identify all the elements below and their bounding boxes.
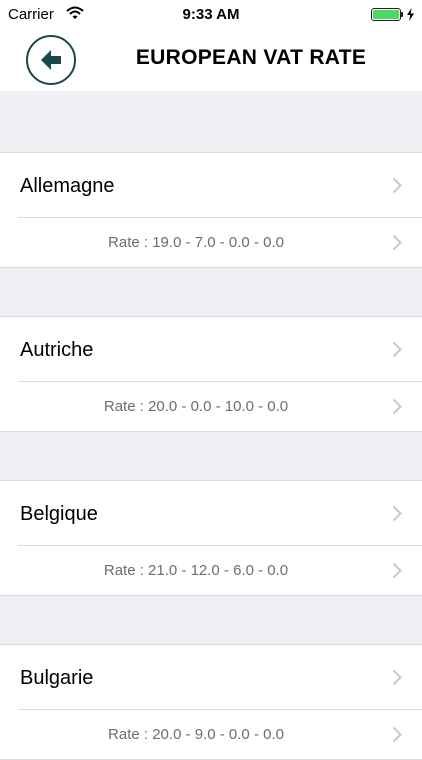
back-arrow-icon — [41, 50, 61, 70]
page-title: EUROPEAN VAT RATE — [135, 46, 367, 69]
rate-row[interactable]: Rate : 20.0 - 0.0 - 10.0 - 0.0 — [0, 382, 422, 431]
country-row[interactable]: Allemagne — [0, 153, 422, 218]
battery-nub — [401, 12, 403, 17]
rate-row[interactable]: Rate : 20.0 - 9.0 - 0.0 - 0.0 — [0, 710, 422, 759]
country-name: Belgique — [20, 503, 98, 525]
rate-row[interactable]: Rate : 21.0 - 12.0 - 6.0 - 0.0 — [0, 546, 422, 595]
status-bar: Carrier 9:33 AM — [0, 0, 422, 28]
rate-text: Rate : 19.0 - 7.0 - 0.0 - 0.0 — [108, 234, 284, 251]
rate-text: Rate : 20.0 - 0.0 - 10.0 - 0.0 — [103, 398, 289, 415]
section-spacer — [0, 268, 422, 316]
rate-text: Rate : 21.0 - 12.0 - 6.0 - 0.0 — [103, 562, 289, 579]
country-group: Belgique Rate : 21.0 - 12.0 - 6.0 - 0.0 — [0, 480, 422, 596]
section-spacer — [0, 91, 422, 152]
rate-text: Rate : 20.0 - 9.0 - 0.0 - 0.0 — [108, 726, 284, 743]
chevron-right-icon — [392, 234, 402, 251]
back-button[interactable] — [26, 35, 76, 85]
section-spacer — [0, 596, 422, 644]
rate-row[interactable]: Rate : 19.0 - 7.0 - 0.0 - 0.0 — [0, 218, 422, 267]
country-group: Autriche Rate : 20.0 - 0.0 - 10.0 - 0.0 — [0, 316, 422, 432]
country-group: Allemagne Rate : 19.0 - 7.0 - 0.0 - 0.0 — [0, 152, 422, 268]
chevron-right-icon — [392, 177, 402, 194]
section-spacer — [0, 432, 422, 480]
chevron-right-icon — [392, 669, 402, 686]
charging-bolt-icon — [407, 8, 414, 21]
navigation-bar: EUROPEAN VAT RATE — [0, 28, 422, 91]
country-name: Allemagne — [20, 175, 115, 197]
country-name: Bulgarie — [20, 667, 94, 689]
country-row[interactable]: Belgique — [0, 481, 422, 546]
country-list: Allemagne Rate : 19.0 - 7.0 - 0.0 - 0.0 … — [0, 91, 422, 760]
clock-time: 9:33 AM — [182, 6, 240, 23]
chevron-right-icon — [392, 341, 402, 358]
battery-level — [373, 10, 399, 19]
chevron-right-icon — [392, 398, 402, 415]
country-row[interactable]: Bulgarie — [0, 645, 422, 710]
chevron-right-icon — [392, 562, 402, 579]
country-row[interactable]: Autriche — [0, 317, 422, 382]
battery-icon — [371, 8, 401, 21]
chevron-right-icon — [392, 726, 402, 743]
chevron-right-icon — [392, 505, 402, 522]
country-group: Bulgarie Rate : 20.0 - 9.0 - 0.0 - 0.0 — [0, 644, 422, 760]
country-name: Autriche — [20, 339, 94, 361]
